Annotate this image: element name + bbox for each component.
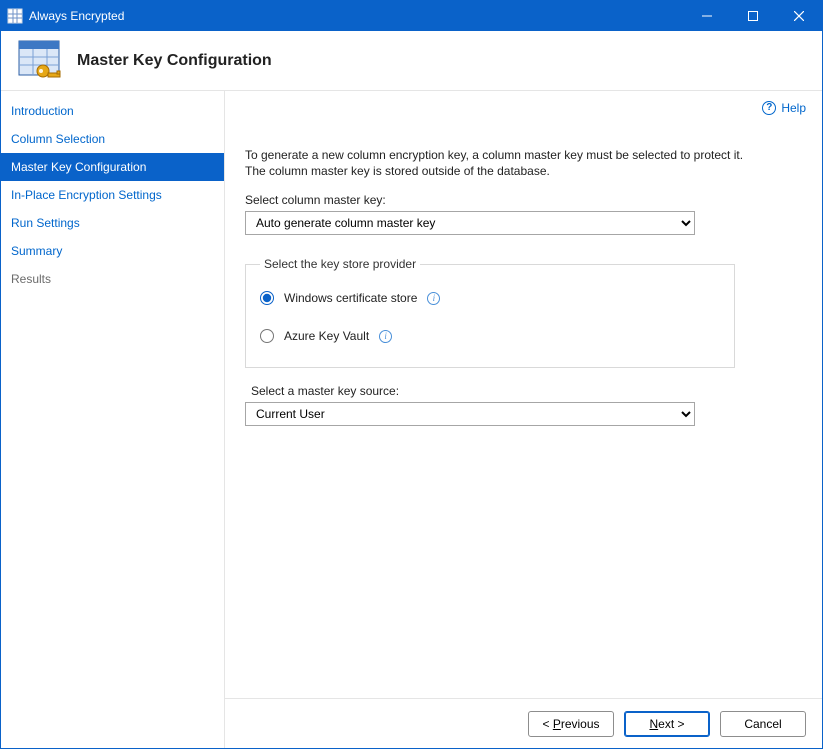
nav-run-settings[interactable]: Run Settings bbox=[1, 209, 224, 237]
nav-column-selection[interactable]: Column Selection bbox=[1, 125, 224, 153]
info-icon[interactable]: i bbox=[427, 292, 440, 305]
provider-akv-radio[interactable] bbox=[260, 329, 274, 343]
maximize-button[interactable] bbox=[730, 1, 776, 31]
window-title: Always Encrypted bbox=[29, 1, 684, 31]
help-link[interactable]: ? Help bbox=[762, 101, 806, 115]
page-title: Master Key Configuration bbox=[77, 52, 272, 70]
wizard-body: Introduction Column Selection Master Key… bbox=[1, 91, 822, 748]
nav-introduction[interactable]: Introduction bbox=[1, 97, 224, 125]
app-icon bbox=[7, 8, 23, 24]
cmk-select[interactable]: Auto generate column master key bbox=[245, 211, 695, 235]
content-area: To generate a new column encryption key,… bbox=[225, 91, 822, 438]
close-button[interactable] bbox=[776, 1, 822, 31]
provider-windows-cert-radio[interactable] bbox=[260, 291, 274, 305]
nav-in-place-encryption-settings[interactable]: In-Place Encryption Settings bbox=[1, 181, 224, 209]
wizard-header-icon bbox=[15, 37, 63, 85]
intro-text: To generate a new column encryption key,… bbox=[245, 147, 745, 179]
help-icon: ? bbox=[762, 101, 776, 115]
header: Master Key Configuration bbox=[1, 31, 822, 91]
help-label: Help bbox=[781, 101, 806, 115]
source-select-label: Select a master key source: bbox=[251, 384, 802, 398]
provider-akv-label: Azure Key Vault bbox=[284, 329, 369, 343]
main-pane: ? Help To generate a new column encrypti… bbox=[225, 91, 822, 748]
nav-summary[interactable]: Summary bbox=[1, 237, 224, 265]
wizard-footer: < Previous Next > Cancel bbox=[225, 698, 822, 748]
titlebar: Always Encrypted bbox=[1, 1, 822, 31]
key-store-provider-group: Select the key store provider Windows ce… bbox=[245, 257, 735, 368]
provider-windows-cert-label: Windows certificate store bbox=[284, 291, 417, 305]
previous-button[interactable]: < Previous bbox=[528, 711, 614, 737]
key-store-provider-legend: Select the key store provider bbox=[260, 257, 420, 271]
wizard-window: Always Encrypted bbox=[0, 0, 823, 749]
minimize-button[interactable] bbox=[684, 1, 730, 31]
nav-results: Results bbox=[1, 265, 224, 293]
next-button[interactable]: Next > bbox=[624, 711, 710, 737]
info-icon[interactable]: i bbox=[379, 330, 392, 343]
wizard-nav: Introduction Column Selection Master Key… bbox=[1, 91, 225, 748]
nav-master-key-configuration[interactable]: Master Key Configuration bbox=[1, 153, 224, 181]
provider-akv-row[interactable]: Azure Key Vault i bbox=[260, 329, 720, 343]
provider-windows-cert-row[interactable]: Windows certificate store i bbox=[260, 291, 720, 305]
source-select[interactable]: Current User bbox=[245, 402, 695, 426]
cmk-select-label: Select column master key: bbox=[245, 193, 802, 207]
cancel-button[interactable]: Cancel bbox=[720, 711, 806, 737]
